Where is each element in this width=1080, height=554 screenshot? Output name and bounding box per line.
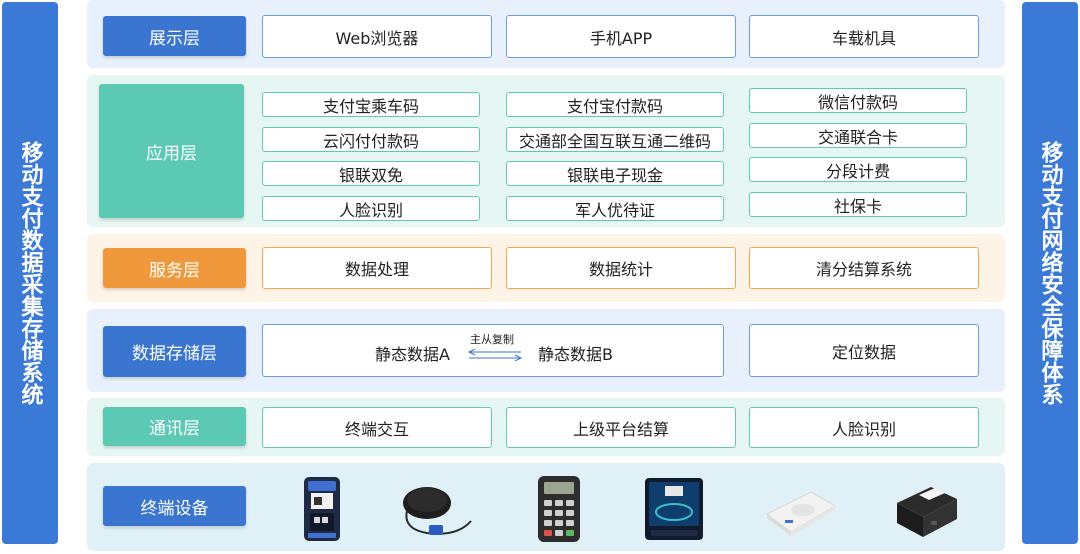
receipt-printer-icon xyxy=(897,487,957,537)
app-item: 交通部全国互联互通二维码 xyxy=(506,127,724,152)
card-reader-puck-icon xyxy=(403,487,472,535)
app-item: 银联双免 xyxy=(262,161,480,186)
app-item: 支付宝乘车码 xyxy=(262,92,480,117)
service-layer-title: 服务层 xyxy=(103,248,246,288)
mobile-app-box: 手机APP xyxy=(506,15,736,58)
pin-pad-icon xyxy=(538,476,580,542)
clearing-settlement-box: 清分结算系统 xyxy=(749,247,979,289)
application-layer-panel: 应用层 支付宝乘车码 云闪付付款码 银联双免 人脸识别 支付宝付款码 交通部全国… xyxy=(87,75,1005,227)
left-system-title: 移动支付数据采集存储系统 xyxy=(2,2,58,544)
bidirectional-arrow-icon xyxy=(467,349,523,361)
static-data-b-label: 静态数据B xyxy=(538,345,613,364)
application-layer-title: 应用层 xyxy=(99,84,244,218)
app-item: 云闪付付款码 xyxy=(262,127,480,152)
app-item: 微信付款码 xyxy=(749,88,967,113)
comm-layer-title: 通讯层 xyxy=(103,407,246,446)
data-statistics-box: 数据统计 xyxy=(506,247,736,289)
white-reader-icon xyxy=(766,491,836,536)
app-item: 分段计费 xyxy=(749,157,967,182)
app-item: 交通联合卡 xyxy=(749,123,967,148)
terminal-interaction-box: 终端交互 xyxy=(262,407,492,448)
web-browser-box: Web浏览器 xyxy=(262,15,492,58)
display-layer-title: 展示层 xyxy=(103,16,246,56)
face-recognition-box: 人脸识别 xyxy=(749,407,979,448)
static-data-a-label: 静态数据A xyxy=(375,345,450,364)
data-processing-box: 数据处理 xyxy=(262,247,492,289)
app-item: 支付宝付款码 xyxy=(506,92,724,117)
app-item: 人脸识别 xyxy=(262,196,480,221)
replication-label: 主从复制 xyxy=(470,333,514,346)
terminal-layer-title: 终端设备 xyxy=(103,486,246,526)
location-data-box: 定位数据 xyxy=(749,324,979,377)
upper-platform-settlement-box: 上级平台结算 xyxy=(506,407,736,448)
vehicle-device-box: 车载机具 xyxy=(749,15,979,58)
app-item: 银联电子现金 xyxy=(506,161,724,186)
service-layer-panel: 服务层 数据处理 数据统计 清分结算系统 xyxy=(87,234,1005,302)
static-data-box: 静态数据A 主从复制 静态数据B xyxy=(262,324,724,377)
pos-terminal-icon xyxy=(304,477,340,541)
storage-layer-panel: 数据存储层 静态数据A 主从复制 静态数据B 定位数据 xyxy=(87,309,1005,392)
app-item: 社保卡 xyxy=(749,192,967,217)
right-system-title: 移动支付网络安全保障体系 xyxy=(1022,2,1078,544)
display-layer-panel: 展示层 Web浏览器 手机APP 车载机具 xyxy=(87,0,1005,68)
app-item: 军人优待证 xyxy=(506,196,724,221)
terminal-layer-panel: 终端设备 xyxy=(87,463,1005,551)
face-terminal-icon xyxy=(645,478,703,540)
storage-layer-title: 数据存储层 xyxy=(103,326,246,377)
comm-layer-panel: 通讯层 终端交互 上级平台结算 人脸识别 xyxy=(87,398,1005,456)
